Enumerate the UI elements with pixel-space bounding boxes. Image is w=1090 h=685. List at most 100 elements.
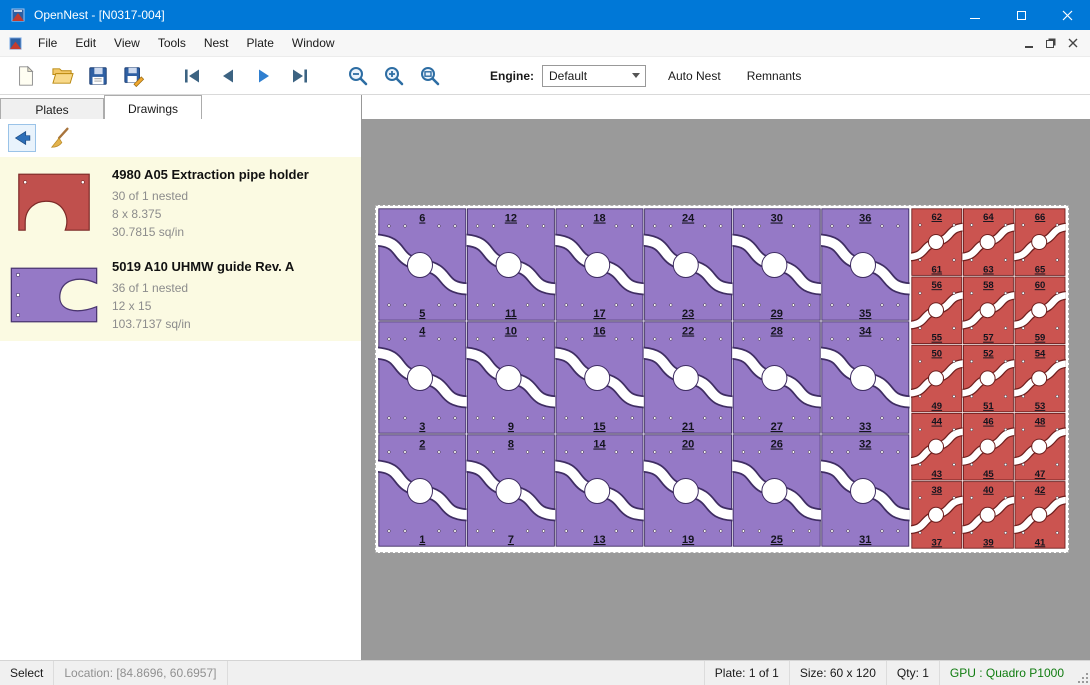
nest-part-pair[interactable]: 4645 bbox=[961, 413, 1017, 480]
nest-part-pair[interactable]: 6463 bbox=[961, 209, 1017, 276]
nest-part-pair[interactable]: 109 bbox=[465, 322, 558, 433]
part-number: 43 bbox=[932, 469, 943, 480]
nest-part-pair[interactable]: 5049 bbox=[909, 345, 965, 412]
nest-part-pair[interactable]: 5251 bbox=[961, 345, 1017, 412]
menu-window[interactable]: Window bbox=[283, 30, 344, 56]
menu-file[interactable]: File bbox=[29, 30, 66, 56]
status-plate: Plate: 1 of 1 bbox=[704, 661, 789, 685]
menu-nest[interactable]: Nest bbox=[195, 30, 238, 56]
part-number: 29 bbox=[771, 308, 783, 320]
nest-part-pair[interactable]: 5857 bbox=[961, 277, 1017, 344]
zoom-out-button[interactable] bbox=[342, 60, 374, 92]
part-number: 48 bbox=[1035, 417, 1046, 428]
part-number: 59 bbox=[1035, 333, 1046, 344]
save-as-icon bbox=[123, 65, 145, 87]
purple-part-shape bbox=[8, 262, 100, 328]
nest-part-pair[interactable]: 3635 bbox=[819, 209, 912, 320]
status-mode: Select bbox=[0, 661, 54, 685]
nest-part-pair[interactable]: 2019 bbox=[642, 435, 735, 546]
menu-view[interactable]: View bbox=[105, 30, 149, 56]
engine-select[interactable]: Default bbox=[542, 65, 646, 87]
send-to-plate-button[interactable] bbox=[8, 124, 36, 152]
nest-part-pair[interactable]: 1817 bbox=[553, 209, 646, 320]
part-size: 12 x 15 bbox=[112, 297, 294, 315]
nest-part-pair[interactable]: 3837 bbox=[909, 482, 965, 549]
nest-part-pair[interactable]: 43 bbox=[376, 322, 469, 433]
menu-tools[interactable]: Tools bbox=[149, 30, 195, 56]
nest-part-pair[interactable]: 5655 bbox=[909, 277, 965, 344]
nest-part-pair[interactable]: 6261 bbox=[909, 209, 965, 276]
part-number: 23 bbox=[682, 308, 694, 320]
blue-arrow-left-icon bbox=[10, 126, 34, 150]
part-nested-count: 36 of 1 nested bbox=[112, 279, 294, 297]
mdi-restore-button[interactable] bbox=[1040, 32, 1062, 54]
mdi-close-button[interactable] bbox=[1062, 32, 1084, 54]
zoom-fit-button[interactable] bbox=[414, 60, 446, 92]
mdi-restore-icon bbox=[1046, 40, 1054, 48]
nest-part-pair[interactable]: 21 bbox=[376, 435, 469, 546]
nest-part-pair[interactable]: 3231 bbox=[819, 435, 912, 546]
tab-plates[interactable]: Plates bbox=[0, 98, 104, 119]
nest-part-pair[interactable]: 1413 bbox=[553, 435, 646, 546]
list-item[interactable]: 5019 A10 UHMW guide Rev. A 36 of 1 neste… bbox=[0, 249, 361, 341]
nest-part-pair[interactable]: 87 bbox=[465, 435, 558, 546]
nest-part-pair[interactable]: 4443 bbox=[909, 413, 965, 480]
zoom-fit-icon bbox=[419, 65, 441, 87]
close-button[interactable] bbox=[1044, 0, 1090, 30]
part-thumbnail[interactable] bbox=[8, 165, 100, 241]
clear-button[interactable] bbox=[46, 124, 74, 152]
menu-edit[interactable]: Edit bbox=[66, 30, 105, 56]
part-number: 8 bbox=[508, 439, 514, 451]
nest-part-pair[interactable]: 4241 bbox=[1012, 482, 1068, 549]
part-number: 45 bbox=[983, 469, 994, 480]
list-item[interactable]: 4980 A05 Extraction pipe holder 30 of 1 … bbox=[0, 157, 361, 249]
save-button[interactable] bbox=[82, 60, 114, 92]
last-plate-button[interactable] bbox=[284, 60, 316, 92]
nest-part-pair[interactable]: 6665 bbox=[1012, 209, 1068, 276]
title-bar: OpenNest - [N0317-004] bbox=[0, 0, 1090, 30]
auto-nest-button[interactable]: Auto Nest bbox=[664, 65, 725, 87]
new-button[interactable] bbox=[10, 60, 42, 92]
nest-part-pair[interactable]: 4847 bbox=[1012, 413, 1068, 480]
tab-drawings[interactable]: Drawings bbox=[104, 95, 202, 119]
open-button[interactable] bbox=[46, 60, 78, 92]
nest-part-pair[interactable]: 6059 bbox=[1012, 277, 1068, 344]
nest-part-pair[interactable]: 2827 bbox=[730, 322, 823, 433]
part-number: 16 bbox=[593, 326, 605, 338]
engine-label: Engine: bbox=[490, 69, 534, 83]
nest-part-pair[interactable]: 2423 bbox=[642, 209, 735, 320]
nest-svg[interactable]: 6512111817242330293635431091615222128273… bbox=[376, 206, 1068, 552]
part-number: 31 bbox=[859, 534, 871, 546]
next-plate-button[interactable] bbox=[248, 60, 280, 92]
nest-part-pair[interactable]: 2221 bbox=[642, 322, 735, 433]
part-number: 22 bbox=[682, 326, 694, 338]
nest-part-pair[interactable]: 1211 bbox=[465, 209, 558, 320]
nest-part-pair[interactable]: 4039 bbox=[961, 482, 1017, 549]
grip-dots-icon bbox=[1077, 672, 1090, 685]
nest-canvas[interactable]: 6512111817242330293635431091615222128273… bbox=[362, 119, 1090, 660]
save-as-button[interactable] bbox=[118, 60, 150, 92]
minimize-button[interactable] bbox=[952, 0, 998, 30]
previous-plate-button[interactable] bbox=[212, 60, 244, 92]
zoom-in-button[interactable] bbox=[378, 60, 410, 92]
part-thumbnail[interactable] bbox=[8, 257, 100, 333]
nest-part-pair[interactable]: 5453 bbox=[1012, 345, 1068, 412]
nest-part-pair[interactable]: 65 bbox=[376, 209, 469, 320]
part-number: 54 bbox=[1035, 348, 1046, 359]
maximize-button[interactable] bbox=[998, 0, 1044, 30]
plate-sheet[interactable]: 6512111817242330293635431091615222128273… bbox=[375, 205, 1069, 553]
resize-grip[interactable] bbox=[1074, 661, 1090, 685]
nest-part-pair[interactable]: 3029 bbox=[730, 209, 823, 320]
status-bar: Select Location: [84.8696, 60.6957] Plat… bbox=[0, 660, 1090, 685]
nest-part-pair[interactable]: 1615 bbox=[553, 322, 646, 433]
part-number: 14 bbox=[593, 439, 606, 451]
remnants-button[interactable]: Remnants bbox=[743, 65, 806, 87]
part-number: 20 bbox=[682, 439, 694, 451]
nest-part-pair[interactable]: 3433 bbox=[819, 322, 912, 433]
mdi-minimize-button[interactable] bbox=[1018, 32, 1040, 54]
menu-plate[interactable]: Plate bbox=[238, 30, 283, 56]
first-plate-button[interactable] bbox=[176, 60, 208, 92]
part-number: 3 bbox=[419, 421, 425, 433]
part-title: 4980 A05 Extraction pipe holder bbox=[112, 167, 309, 182]
nest-part-pair[interactable]: 2625 bbox=[730, 435, 823, 546]
